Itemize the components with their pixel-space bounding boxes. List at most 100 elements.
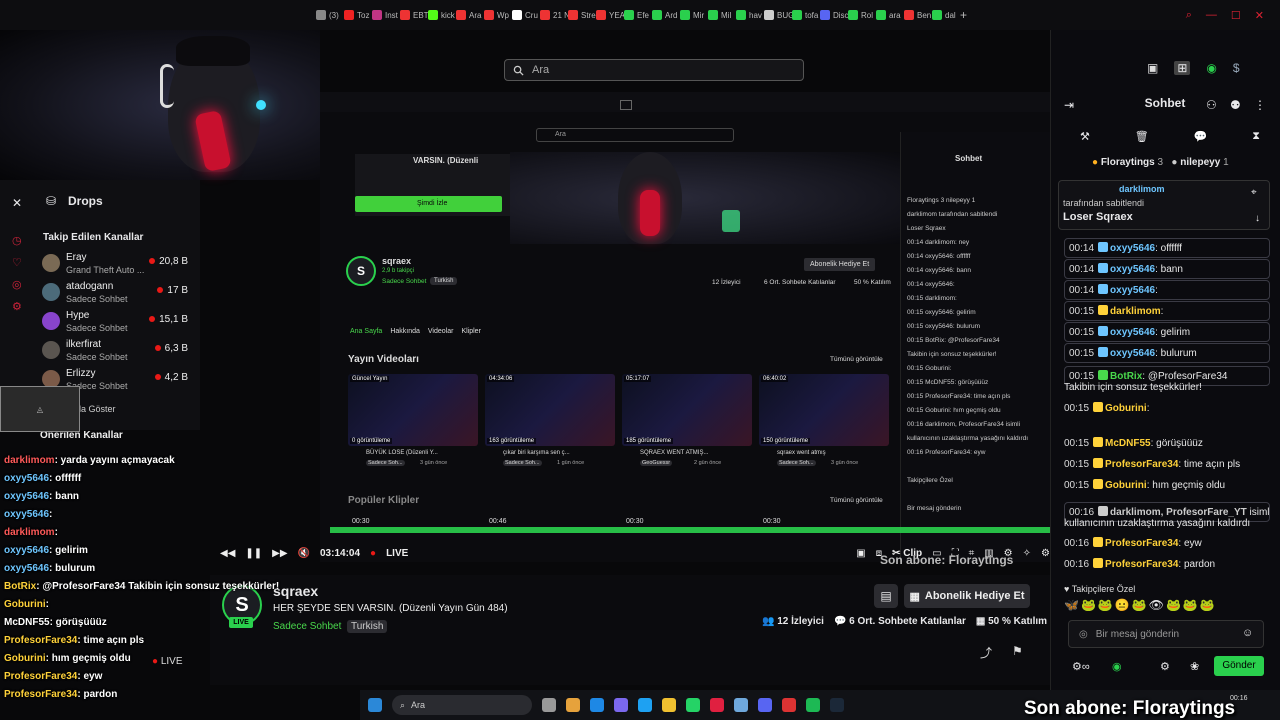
points-icon[interactable]: ⚙∞ bbox=[1072, 660, 1090, 673]
browser-tab[interactable]: kick bbox=[428, 0, 456, 30]
browser-tab[interactable]: Inst bbox=[372, 0, 400, 30]
pinned-by[interactable]: darklimom bbox=[1119, 184, 1165, 194]
browser-tab[interactable]: Ben bbox=[904, 0, 932, 30]
kick-icon[interactable]: ◉ bbox=[1206, 61, 1216, 75]
sparkle-icon[interactable]: ✧ bbox=[1023, 548, 1031, 559]
chat-gear-icon[interactable]: ⚙ bbox=[1160, 660, 1170, 673]
whatsapp-icon[interactable] bbox=[686, 698, 700, 712]
browser-tab[interactable]: hav bbox=[736, 0, 764, 30]
browser-tab[interactable]: Ara bbox=[456, 0, 484, 30]
app-icon[interactable] bbox=[734, 698, 748, 712]
chat-bubble-icon[interactable]: 💬 bbox=[1194, 130, 1208, 143]
hourglass-icon[interactable]: ⧗ bbox=[1252, 130, 1260, 143]
chat-message-user[interactable]: McDNF55 bbox=[1105, 438, 1151, 449]
minimize-icon[interactable]: — bbox=[1206, 9, 1217, 21]
share-icon-button[interactable]: ⤴ bbox=[980, 644, 992, 661]
chat-message-user[interactable]: darklimom, ProfesorFare_YT bbox=[1110, 507, 1247, 518]
emoji-icon[interactable]: ☺ bbox=[1242, 627, 1253, 639]
clock-icon[interactable]: ◷ bbox=[12, 230, 22, 252]
browser-tab[interactable]: (3) bbox=[316, 0, 344, 30]
add-user-icon[interactable]: ⚉ bbox=[1230, 98, 1241, 112]
browser-tab[interactable]: dal bbox=[932, 0, 960, 30]
teams-icon[interactable] bbox=[614, 698, 628, 712]
rewind-icon[interactable]: ◀◀ bbox=[220, 548, 235, 559]
followed-channel-item[interactable]: atadogann Sadece Sohbet 17 B bbox=[42, 281, 192, 309]
chat-message-input[interactable]: ◎ Bir mesaj gönderin bbox=[1068, 620, 1264, 648]
chat-message-user[interactable]: darklimom bbox=[1110, 306, 1161, 317]
gifter-1-name[interactable]: Floraytings bbox=[1101, 157, 1155, 168]
steam-icon[interactable] bbox=[830, 698, 844, 712]
dollar-icon[interactable]: $ bbox=[1233, 61, 1240, 75]
followed-channel-item[interactable]: Eray Grand Theft Auto ... 20,8 B bbox=[42, 252, 192, 280]
chat-message-user[interactable]: Goburini bbox=[1105, 403, 1147, 414]
gear-icon[interactable]: ⚙ bbox=[1041, 548, 1050, 559]
browser-tab[interactable]: 21 N bbox=[540, 0, 568, 30]
compass-icon[interactable]: ◎ bbox=[12, 274, 22, 296]
theater-mode-icon[interactable]: ▣ bbox=[1147, 61, 1158, 75]
windows-start-icon[interactable] bbox=[368, 698, 382, 712]
browser-tab[interactable]: Efe bbox=[624, 0, 652, 30]
search-tabs-icon[interactable]: ⌕ bbox=[1186, 9, 1192, 22]
edge-icon[interactable] bbox=[638, 698, 652, 712]
chat-message-user[interactable]: ProfesorFare34 bbox=[1105, 459, 1178, 470]
chat-message-user[interactable]: oxyy5646 bbox=[1110, 348, 1155, 359]
browser-tab[interactable]: YEA bbox=[596, 0, 624, 30]
search-input[interactable]: Ara bbox=[504, 59, 804, 81]
chat-settings-icon[interactable]: ⋮ bbox=[1254, 98, 1266, 112]
taskbar-search[interactable]: ⌕ Ara bbox=[392, 695, 532, 715]
browser-tab[interactable]: BUG bbox=[764, 0, 792, 30]
gifter-2-name[interactable]: nilepeyy bbox=[1180, 157, 1220, 168]
followed-channel-item[interactable]: ilkerfirat Sadece Sohbet 6,3 B bbox=[42, 339, 192, 367]
close-window-icon[interactable]: ✕ bbox=[1255, 9, 1264, 22]
forward-icon[interactable]: ▶▶ bbox=[272, 548, 287, 559]
chat-message-user[interactable]: oxyy5646 bbox=[1110, 243, 1155, 254]
hammer-icon[interactable]: ⚒ bbox=[1080, 130, 1090, 143]
browser-tab[interactable]: Toz bbox=[344, 0, 372, 30]
chrome-icon[interactable] bbox=[782, 698, 796, 712]
close-drops-icon[interactable]: ✕ bbox=[12, 196, 22, 210]
browser-tab[interactable]: Cru bbox=[512, 0, 540, 30]
chat-message-user[interactable]: ProfesorFare34 bbox=[1105, 538, 1178, 549]
explorer-icon[interactable] bbox=[566, 698, 580, 712]
gift-subscription-button[interactable]: ▦ Abonelik Hediye Et bbox=[904, 584, 1030, 608]
browser-tab[interactable]: Mir bbox=[680, 0, 708, 30]
chat-message-user[interactable]: Goburini bbox=[1105, 480, 1147, 491]
browser-tab[interactable]: Ard bbox=[652, 0, 680, 30]
chat-message-user[interactable]: BotRix bbox=[1110, 371, 1142, 382]
browser-tab[interactable]: tofa bbox=[792, 0, 820, 30]
browser-tab[interactable]: Stre bbox=[568, 0, 596, 30]
trash-icon[interactable]: 🗑 bbox=[1135, 130, 1149, 143]
channel-name[interactable]: sqraex bbox=[273, 583, 318, 599]
chat-message-user[interactable]: oxyy5646 bbox=[1110, 264, 1155, 275]
task-view-icon[interactable] bbox=[542, 698, 556, 712]
stream-category[interactable]: Sadece Sohbet bbox=[273, 621, 341, 632]
pin-toggle-icon[interactable]: ⌖ bbox=[1251, 187, 1257, 198]
layout-icon[interactable]: ⊞ bbox=[1174, 61, 1191, 75]
browser-tab[interactable]: EBT bbox=[400, 0, 428, 30]
mute-icon[interactable]: 🔇 bbox=[298, 548, 310, 559]
new-tab-button[interactable]: + bbox=[960, 0, 980, 30]
pause-icon[interactable]: ❚❚ bbox=[245, 548, 262, 559]
settings-side-icon[interactable]: ⚙ bbox=[12, 296, 22, 318]
stream-language[interactable]: Turkish bbox=[347, 620, 388, 633]
gift-chat-icon[interactable]: ❀ bbox=[1190, 660, 1199, 673]
maximize-icon[interactable]: ☐ bbox=[1231, 9, 1241, 22]
browser-tab[interactable]: Disc bbox=[820, 0, 848, 30]
send-button[interactable]: Gönder bbox=[1214, 656, 1264, 676]
expand-pin-icon[interactable]: ↓ bbox=[1255, 213, 1260, 224]
browser-tab[interactable]: Wp bbox=[484, 0, 512, 30]
folder-icon[interactable] bbox=[662, 698, 676, 712]
chat-message-user[interactable]: ProfesorFare34 bbox=[1105, 559, 1178, 570]
kick-points-icon[interactable]: ◉ bbox=[1112, 660, 1122, 673]
gift-icon-button[interactable]: ▤ bbox=[874, 584, 898, 608]
followed-channel-item[interactable]: Hype Sadece Sohbet 15,1 B bbox=[42, 310, 192, 338]
users-icon[interactable]: ⚇ bbox=[1206, 98, 1217, 112]
browser-tab[interactable]: Mil bbox=[708, 0, 736, 30]
player-progress-bar[interactable] bbox=[330, 527, 1050, 533]
chat-message-user[interactable]: oxyy5646 bbox=[1110, 327, 1155, 338]
store-icon[interactable] bbox=[590, 698, 604, 712]
heart-side-icon[interactable]: ♡ bbox=[12, 252, 22, 274]
chat-message-user[interactable]: oxyy5646 bbox=[1110, 285, 1155, 296]
browser-tab[interactable]: ara bbox=[876, 0, 904, 30]
opera-icon[interactable] bbox=[710, 698, 724, 712]
